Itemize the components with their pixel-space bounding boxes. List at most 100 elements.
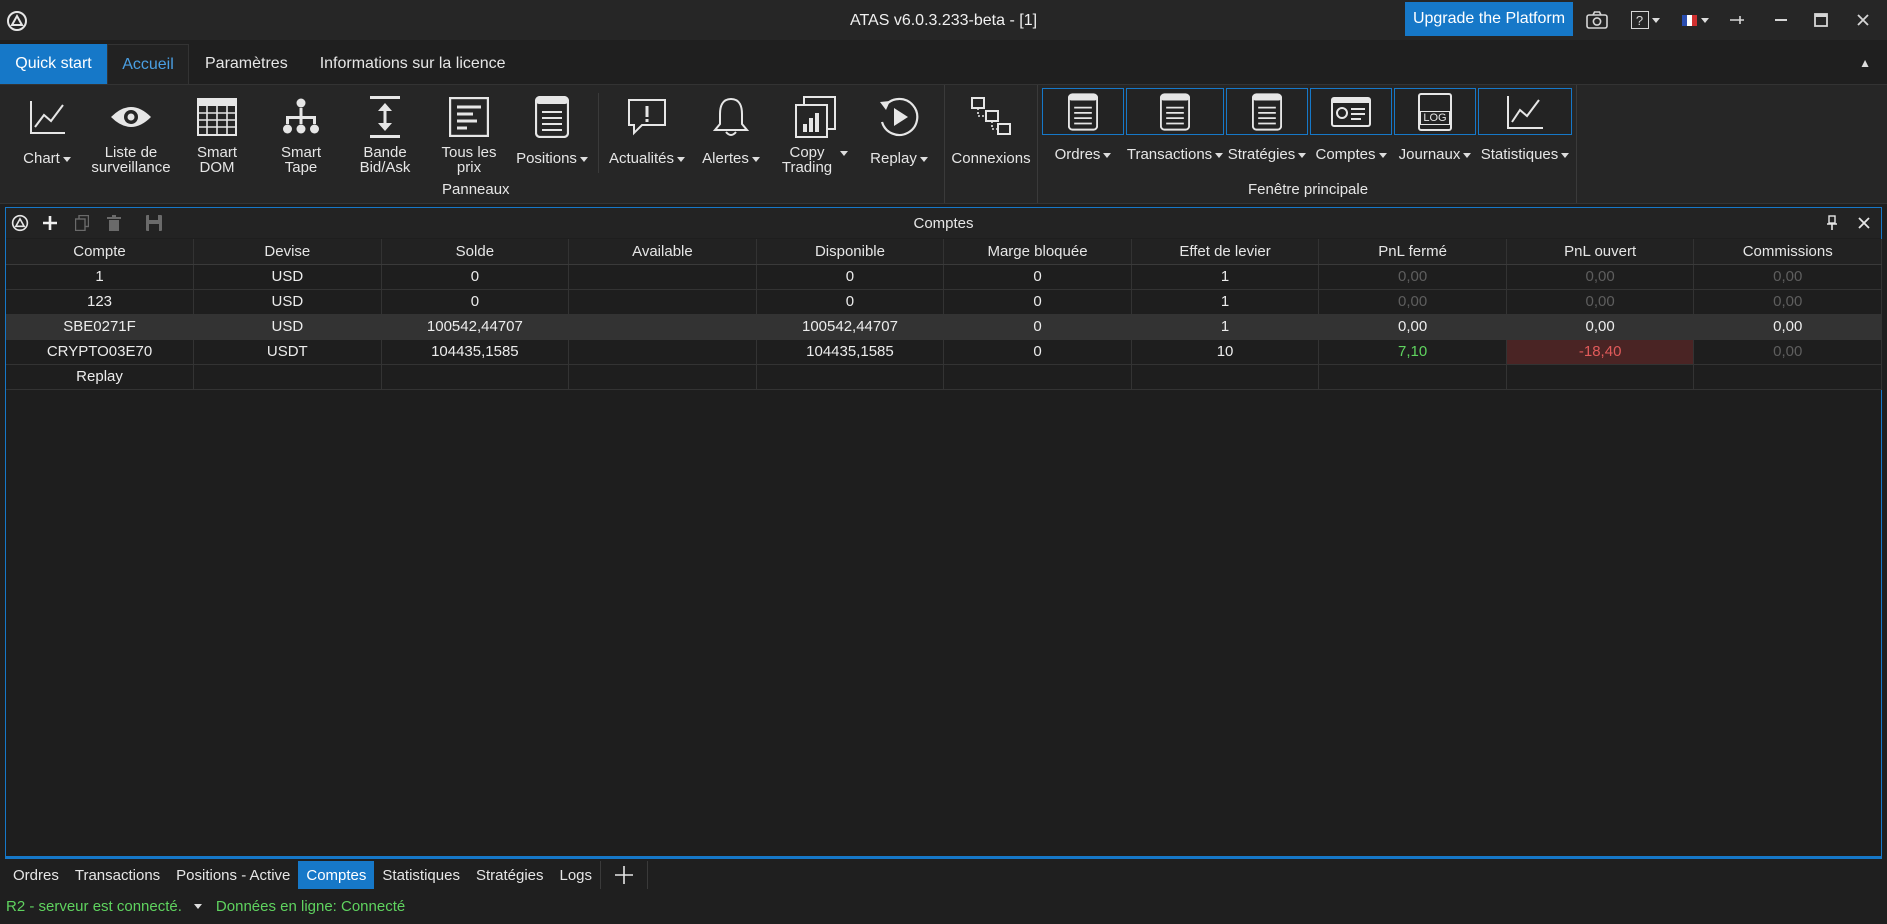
close-window-icon[interactable]	[1853, 8, 1873, 32]
atas-logo-icon[interactable]	[10, 213, 30, 233]
table-cell: 0	[943, 339, 1132, 365]
table-row[interactable]: 1 USD 0 0 0 1 0,00 0,00 0,00	[6, 264, 1882, 290]
table-cell: 1	[1131, 264, 1320, 290]
table-cell: 0,00	[1318, 314, 1507, 340]
chevron-down-icon	[62, 156, 71, 162]
data-status: Données en ligne: Connecté	[215, 898, 406, 915]
orders-button[interactable]: Ordres	[1042, 88, 1124, 174]
column-header-closed-pnl[interactable]: PnL fermé	[1318, 239, 1507, 265]
bottom-tab-logs[interactable]: Logs	[552, 861, 601, 889]
bottom-tab-statistics[interactable]: Statistiques	[374, 861, 468, 889]
table-cell: USD	[193, 264, 382, 290]
transactions-button[interactable]: Transactions	[1126, 88, 1224, 174]
minimize-icon[interactable]	[1771, 8, 1791, 32]
smart-tape-label-2: Tape	[284, 159, 318, 176]
bidask-tape-button[interactable]: Bande Bid/Ask	[348, 89, 422, 184]
all-prices-button[interactable]: Tous les prix	[432, 89, 506, 184]
copy-trading-label-2: Trading	[781, 159, 833, 176]
french-flag-icon	[1681, 14, 1698, 26]
replay-button[interactable]: Replay	[864, 89, 934, 184]
column-header-commissions[interactable]: Commissions	[1693, 239, 1882, 265]
table-row-selected[interactable]: SBE0271F USD 100542,44707 100542,44707 0…	[6, 314, 1882, 340]
table-cell: 100542,44707	[756, 314, 945, 340]
ribbon-divider	[1037, 85, 1038, 203]
language-menu[interactable]	[1678, 8, 1712, 32]
smart-dom-button[interactable]: Smart DOM	[180, 89, 254, 184]
copy-icon[interactable]	[72, 213, 92, 233]
bottom-tab-positions-active[interactable]: Positions - Active	[168, 861, 298, 889]
atas-logo-icon[interactable]	[6, 10, 28, 32]
column-header-disponible[interactable]: Disponible	[756, 239, 945, 265]
chevron-down-icon	[1651, 17, 1660, 23]
tab-accueil[interactable]: Accueil	[107, 44, 189, 84]
positions-label: Positions	[516, 150, 577, 167]
delete-icon[interactable]	[104, 213, 124, 233]
save-icon[interactable]	[144, 213, 164, 233]
table-cell: 104435,1585	[381, 339, 570, 365]
table-cell	[568, 264, 757, 290]
table-cell: 0,00	[1506, 289, 1695, 315]
pin-icon[interactable]	[1822, 213, 1842, 233]
column-header-account[interactable]: Compte	[6, 239, 195, 265]
table-cell	[568, 339, 757, 365]
column-header-balance[interactable]: Solde	[381, 239, 570, 265]
tab-quick-start[interactable]: Quick start	[0, 44, 107, 84]
column-header-leverage[interactable]: Effet de levier	[1131, 239, 1320, 265]
bottom-tab-strategies[interactable]: Stratégies	[468, 861, 552, 889]
column-header-open-pnl[interactable]: PnL ouvert	[1506, 239, 1695, 265]
news-button[interactable]: Actualités	[604, 89, 690, 184]
line-chart-icon	[1478, 88, 1572, 135]
alerts-button[interactable]: Alertes	[694, 89, 768, 184]
journals-button[interactable]: LOG Journaux	[1394, 88, 1476, 174]
table-row[interactable]: 123 USD 0 0 0 1 0,00 0,00 0,00	[6, 289, 1882, 315]
pin-window-icon[interactable]	[1727, 8, 1747, 32]
strategies-button[interactable]: Stratégies	[1226, 88, 1308, 174]
smart-tape-button[interactable]: Smart Tape	[264, 89, 338, 184]
copy-trading-button[interactable]: Copy Trading	[772, 89, 858, 184]
table-row[interactable]: CRYPTO03E70 USDT 104435,1585 104435,1585…	[6, 339, 1882, 365]
camera-icon[interactable]	[1585, 8, 1609, 32]
column-header-available[interactable]: Available	[568, 239, 757, 265]
ribbon-divider	[944, 85, 945, 203]
all-prices-label-2: prix	[456, 159, 482, 176]
replay-icon	[876, 89, 922, 145]
close-panel-icon[interactable]	[1854, 213, 1874, 233]
column-header-blocked-margin[interactable]: Marge bloquée	[943, 239, 1132, 265]
table-cell: 0,00	[1506, 264, 1695, 290]
table-cell	[943, 364, 1132, 390]
column-header-currency[interactable]: Devise	[193, 239, 382, 265]
upgrade-platform-button[interactable]: Upgrade the Platform	[1405, 2, 1573, 36]
table-cell: 0	[381, 289, 570, 315]
statistics-button[interactable]: Statistiques	[1478, 88, 1572, 174]
smart-tape-label-1: Smart	[280, 144, 321, 161]
document-icon	[1126, 88, 1224, 135]
table-cell	[568, 364, 757, 390]
chevron-down-icon[interactable]	[193, 904, 202, 909]
chevron-down-icon	[919, 156, 928, 162]
bottom-tab-transactions[interactable]: Transactions	[67, 861, 168, 889]
chevron-down-icon	[677, 156, 686, 162]
watchlist-button[interactable]: Liste de surveillance	[86, 89, 176, 184]
ribbon-tabs: Quick start Accueil Paramètres Informati…	[0, 44, 1887, 84]
vertical-arrows-icon	[368, 89, 402, 145]
add-tab-button[interactable]	[600, 861, 649, 889]
connections-button[interactable]: Connexions	[948, 89, 1034, 184]
table-cell	[381, 364, 570, 390]
eye-icon	[109, 89, 153, 145]
table-row[interactable]: Replay	[6, 364, 1882, 390]
tab-license-info[interactable]: Informations sur la licence	[304, 44, 522, 84]
collapse-ribbon-icon[interactable]: ▲	[1859, 56, 1871, 70]
chart-button[interactable]: Chart	[14, 89, 80, 184]
maximize-icon[interactable]	[1811, 8, 1831, 32]
ribbon: Chart Liste de surveillance Smart DOM Sm…	[0, 84, 1887, 204]
news-label: Actualités	[608, 150, 675, 167]
bottom-tab-orders[interactable]: Ordres	[5, 861, 67, 889]
help-menu[interactable]: ?	[1625, 8, 1665, 32]
table-cell: 10	[1131, 339, 1320, 365]
accounts-button[interactable]: Comptes	[1310, 88, 1392, 174]
add-icon[interactable]	[40, 213, 60, 233]
server-status[interactable]: R2 - serveur est connecté.	[6, 898, 182, 915]
bottom-tab-accounts[interactable]: Comptes	[298, 861, 375, 889]
tab-parametres[interactable]: Paramètres	[189, 44, 304, 84]
positions-button[interactable]: Positions	[512, 89, 592, 184]
